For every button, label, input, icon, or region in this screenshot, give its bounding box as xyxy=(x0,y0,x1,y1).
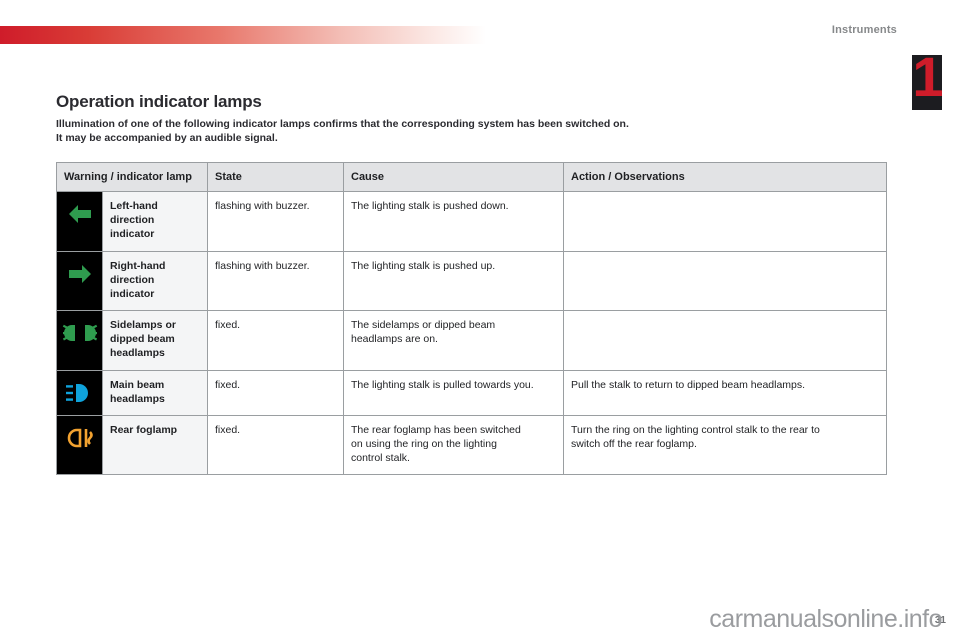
sidelamps-dipped-beam-icon xyxy=(57,311,103,355)
table-row: Rear foglamp fixed. The rear foglamp has… xyxy=(56,414,887,476)
lamp-name-line-2: direction indicator xyxy=(110,214,155,241)
table-row: Main beam headlamps fixed. The lighting … xyxy=(56,369,887,416)
lamp-cause-cell: The sidelamps or dipped beam headlamps a… xyxy=(343,310,564,371)
lamp-name-line-1: Rear foglamp xyxy=(110,423,178,436)
lamp-name-cell: Main beam headlamps xyxy=(102,369,208,416)
lamp-cause-line-1: The lighting stalk is pulled towards you… xyxy=(351,378,534,391)
lamp-icon-cell xyxy=(56,250,103,312)
lamp-name-line-1: Main beam xyxy=(110,378,165,391)
page-title: Operation indicator lamps xyxy=(56,92,262,111)
site-watermark: carmanualsonline.info xyxy=(709,605,942,633)
lamp-state-cell: fixed. xyxy=(207,414,344,476)
chapter-number: 1 xyxy=(912,45,943,108)
table-header-row: Warning / indicator lamp State Cause Act… xyxy=(56,162,887,192)
lamp-icon-cell xyxy=(56,369,103,416)
lamp-name-line-2: headlamps xyxy=(110,392,165,405)
lamp-cause-cell: The lighting stalk is pushed up. xyxy=(343,250,564,312)
column-header-action: Action / Observations xyxy=(563,162,887,192)
lamp-state-cell: fixed. xyxy=(207,310,344,371)
left-arrow-indicator-icon xyxy=(57,192,103,236)
lamp-action-cell xyxy=(563,310,887,371)
page-intro-line-2: It may be accompanied by an audible sign… xyxy=(56,132,278,145)
lamp-name-cell: Rear foglamp xyxy=(102,414,208,476)
lamp-name-cell: Right-hand direction indicator xyxy=(102,250,208,312)
lamp-name-line-2: dipped beam xyxy=(110,333,175,346)
lamp-action-cell xyxy=(563,250,887,312)
column-header-cause: Cause xyxy=(343,162,564,192)
table-row: Left-hand direction indicator flashing w… xyxy=(56,191,887,252)
page-content: Operation indicator lamps Illumination o… xyxy=(56,92,886,145)
lamp-action-cell: Turn the ring on the lighting control st… xyxy=(563,414,887,476)
lamp-name-line-1: Right-hand xyxy=(110,259,166,272)
lamp-name-line-1: Sidelamps or xyxy=(110,319,176,332)
lamp-action-line-1: Turn the ring on the lighting control st… xyxy=(571,423,820,436)
chapter-number-tab: 1 xyxy=(912,49,944,110)
lamp-cause-cell: The rear foglamp has been switched on us… xyxy=(343,414,564,476)
lamp-action-line-1: Pull the stalk to return to dipped beam … xyxy=(571,378,806,391)
top-accent-bar xyxy=(0,26,486,44)
lamp-icon-cell xyxy=(56,414,103,476)
rear-foglamp-icon xyxy=(57,416,103,460)
lamp-name-cell: Left-hand direction indicator xyxy=(102,191,208,252)
lamp-name-line-2: direction indicator xyxy=(110,273,155,300)
indicator-lamps-table: Warning / indicator lamp State Cause Act… xyxy=(56,162,887,476)
lamp-cause-line-1: The lighting stalk is pushed up. xyxy=(351,259,496,272)
lamp-name-line-3: headlamps xyxy=(110,347,165,360)
lamp-cause-line-1: The lighting stalk is pushed down. xyxy=(351,200,509,212)
lamp-state-cell: flashing with buzzer. xyxy=(207,191,344,252)
page-intro: Illumination of one of the following ind… xyxy=(56,117,886,145)
chapter-title: Instruments xyxy=(831,24,897,36)
lamp-cause-cell: The lighting stalk is pushed down. xyxy=(343,191,564,252)
table-row: Sidelamps or dipped beam headlamps fixed… xyxy=(56,310,887,371)
table-row: Right-hand direction indicator flashing … xyxy=(56,250,887,312)
lamp-cause-line-2: headlamps are on. xyxy=(351,333,438,346)
lamp-name-cell: Sidelamps or dipped beam headlamps xyxy=(102,310,208,371)
lamp-cause-line-1: The sidelamps or dipped beam xyxy=(351,319,496,332)
lamp-icon-cell xyxy=(56,191,103,252)
lamp-icon-cell xyxy=(56,310,103,371)
lamp-cause-line-1: The rear foglamp has been switched xyxy=(351,423,521,436)
column-header-warning-lamp: Warning / indicator lamp xyxy=(56,162,208,192)
right-arrow-indicator-icon xyxy=(57,252,103,296)
page-intro-line-1: Illumination of one of the following ind… xyxy=(56,118,629,130)
lamp-cause-cell: The lighting stalk is pulled towards you… xyxy=(343,369,564,416)
lamp-name-line-1: Left-hand xyxy=(110,200,158,212)
lamp-cause-line-2: on using the ring on the lighting xyxy=(351,438,497,451)
lamp-action-line-2: switch off the rear foglamp. xyxy=(571,438,697,451)
lamp-action-cell: Pull the stalk to return to dipped beam … xyxy=(563,369,887,416)
column-header-state: State xyxy=(207,162,344,192)
lamp-action-cell xyxy=(563,191,887,252)
lamp-cause-line-3: control stalk. xyxy=(351,452,410,465)
main-beam-headlamps-icon xyxy=(57,371,103,415)
lamp-state-cell: flashing with buzzer. xyxy=(207,250,344,312)
lamp-state-cell: fixed. xyxy=(207,369,344,416)
